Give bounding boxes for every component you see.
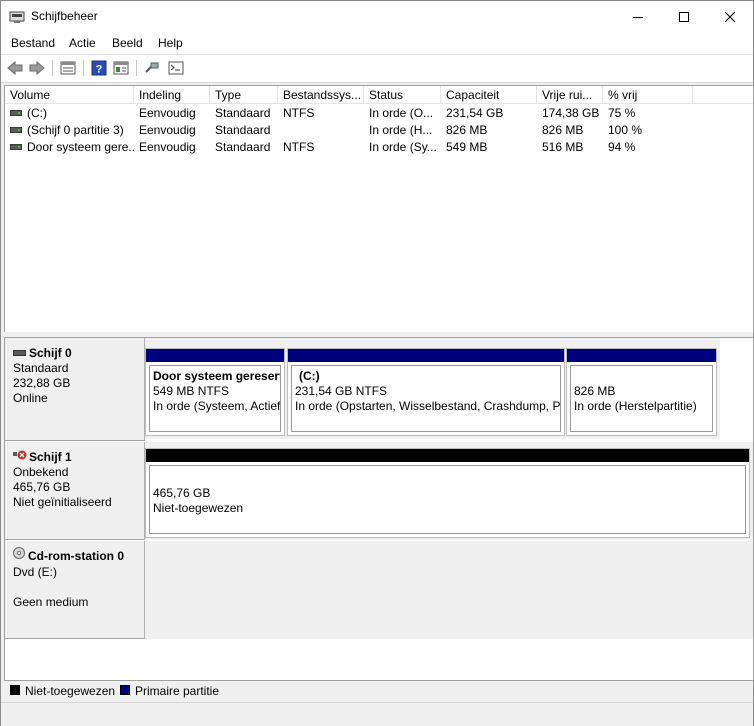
cell-status: In orde (O... (369, 106, 434, 120)
legend-unallocated: Niet-toegewezen (25, 684, 116, 698)
menu-actie[interactable]: Actie (69, 36, 96, 50)
disk-1-state: Niet geïnitialiseerd (13, 495, 112, 510)
window-title: Schijfbeheer (31, 9, 98, 23)
cell-capacity: 826 MB (446, 123, 488, 137)
pane-splitter[interactable] (1, 332, 753, 336)
disk-management-icon (9, 9, 25, 25)
volume-list-icon[interactable] (58, 59, 78, 77)
cdrom-0-label[interactable]: Cd-rom-station 0 Dvd (E:) Geen medium (5, 541, 145, 639)
column-capaciteit[interactable]: Capaciteit (441, 86, 537, 104)
legend-primary: Primaire partitie (135, 684, 220, 698)
legend-swatch-primary (120, 685, 130, 695)
toolbar-separator (52, 60, 53, 76)
cdrom-0-state: Geen medium (13, 595, 89, 609)
disk-0-size: 232,88 GB (13, 376, 71, 390)
menu-beeld[interactable]: Beeld (112, 36, 143, 50)
column-indeling[interactable]: Indeling (134, 86, 210, 104)
cell-fs (278, 122, 364, 139)
cdrom-0-spacer (13, 580, 144, 595)
partition-recovery[interactable]: 826 MB In orde (Herstelpartitie) (566, 348, 717, 436)
disk-graph-view: Schijf 0 Standaard 232,88 GB Online Door… (4, 337, 754, 681)
back-arrow-icon[interactable] (5, 59, 25, 77)
volume-list[interactable]: Volume Indeling Type Bestandssys... Stat… (4, 85, 754, 333)
disk-1-partitions: 465,76 GB Niet-toegewezen (145, 442, 753, 540)
menu-bestand[interactable]: Bestand (11, 36, 55, 50)
cdrom-icon (13, 547, 25, 563)
toolbar: ? (1, 55, 753, 83)
toolbar-separator (83, 60, 84, 76)
column-filler (693, 86, 753, 104)
cell-volume: (Schijf 0 partitie 3) (5, 122, 134, 139)
disk-icon (13, 349, 26, 356)
unallocated-bar (146, 449, 749, 462)
legend: Niet-toegewezen Primaire partitie (1, 681, 753, 701)
maximize-button[interactable] (661, 1, 707, 32)
disk-1-size: 465,76 GB (13, 480, 71, 495)
menu-help[interactable]: Help (158, 36, 183, 50)
partition-system-reserved[interactable]: Door systeem gereserv 549 MB NTFS In ord… (145, 348, 285, 436)
column-volume[interactable]: Volume (5, 86, 134, 104)
table-row[interactable]: Door systeem gere... Eenvoudig Standaard… (5, 139, 753, 156)
connect-icon[interactable] (142, 59, 162, 77)
cell-capacity: 231,54 GB (446, 106, 504, 120)
cell-indeling: Eenvoudig (139, 106, 196, 120)
disk-1-label[interactable]: Schijf 1 Onbekend 465,76 GB Niet geïniti… (5, 442, 145, 540)
console-icon[interactable] (166, 59, 186, 77)
cell-indeling: Eenvoudig (139, 123, 196, 137)
column-bestandssysteem[interactable]: Bestandssys... (278, 86, 364, 104)
forward-arrow-icon[interactable] (27, 59, 47, 77)
disk-0-label[interactable]: Schijf 0 Standaard 232,88 GB Online (5, 338, 145, 441)
disk-0-partitions: Door systeem gereserv 549 MB NTFS In ord… (145, 338, 720, 439)
cell-free: 826 MB (542, 123, 584, 137)
cell-fs: NTFS (283, 106, 315, 120)
disk-error-icon (13, 449, 27, 464)
column-status[interactable]: Status (364, 86, 441, 104)
cell-fs: NTFS (283, 140, 315, 154)
cell-status: In orde (H... (369, 123, 433, 137)
column-vrije-ruimte[interactable]: Vrije rui... (537, 86, 603, 104)
cdrom-0-area (145, 541, 753, 639)
cell-pct: 100 % (608, 123, 643, 137)
cell-capacity: 549 MB (446, 140, 488, 154)
volume-icon (10, 126, 22, 133)
svg-text:?: ? (96, 64, 103, 76)
cell-type: Standaard (215, 106, 271, 120)
minimize-button[interactable] (615, 1, 661, 32)
disk-0-state: Online (13, 391, 48, 405)
title-bar: Schijfbeheer (1, 1, 753, 32)
volume-icon (10, 143, 22, 150)
cell-volume: (C:) (5, 105, 134, 122)
column-pct-vrij[interactable]: % vrij (603, 86, 693, 104)
column-type[interactable]: Type (210, 86, 278, 104)
cell-pct: 75 % (608, 106, 636, 120)
disk-1-kind: Onbekend (13, 465, 69, 480)
table-row[interactable]: (Schijf 0 partitie 3) Eenvoudig Standaar… (5, 122, 753, 139)
cell-volume: Door systeem gere... (5, 139, 134, 156)
close-button[interactable] (707, 1, 753, 32)
cell-pct: 94 % (608, 140, 636, 154)
disk-0-kind: Standaard (13, 361, 69, 375)
table-row[interactable]: (C:) Eenvoudig Standaard NTFS In orde (O… (5, 105, 753, 122)
properties-icon[interactable] (111, 59, 131, 77)
cell-type: Standaard (215, 140, 271, 154)
cell-free: 174,38 GB (542, 106, 600, 120)
cell-status: In orde (Sy... (369, 140, 437, 154)
volume-icon (10, 109, 22, 116)
toolbar-separator (136, 60, 137, 76)
cell-free: 516 MB (542, 140, 584, 154)
menu-bar: Bestand Actie Beeld Help (1, 32, 753, 55)
primary-partition-bar (288, 349, 564, 362)
cdrom-0-kind: Dvd (E:) (13, 565, 58, 579)
partition-c[interactable]: (C:) 231,54 GB NTFS In orde (Opstarten, … (287, 348, 565, 436)
primary-partition-bar (567, 349, 716, 362)
legend-swatch-unallocated (10, 685, 20, 695)
cell-type: Standaard (215, 123, 271, 137)
disk-management-window: Schijfbeheer Bestand Actie Beeld Help ? (0, 0, 754, 726)
cell-indeling: Eenvoudig (139, 140, 196, 154)
help-icon[interactable]: ? (89, 59, 109, 77)
unallocated-space[interactable]: 465,76 GB Niet-toegewezen (145, 448, 750, 538)
primary-partition-bar (146, 349, 284, 362)
status-bar (1, 702, 753, 726)
